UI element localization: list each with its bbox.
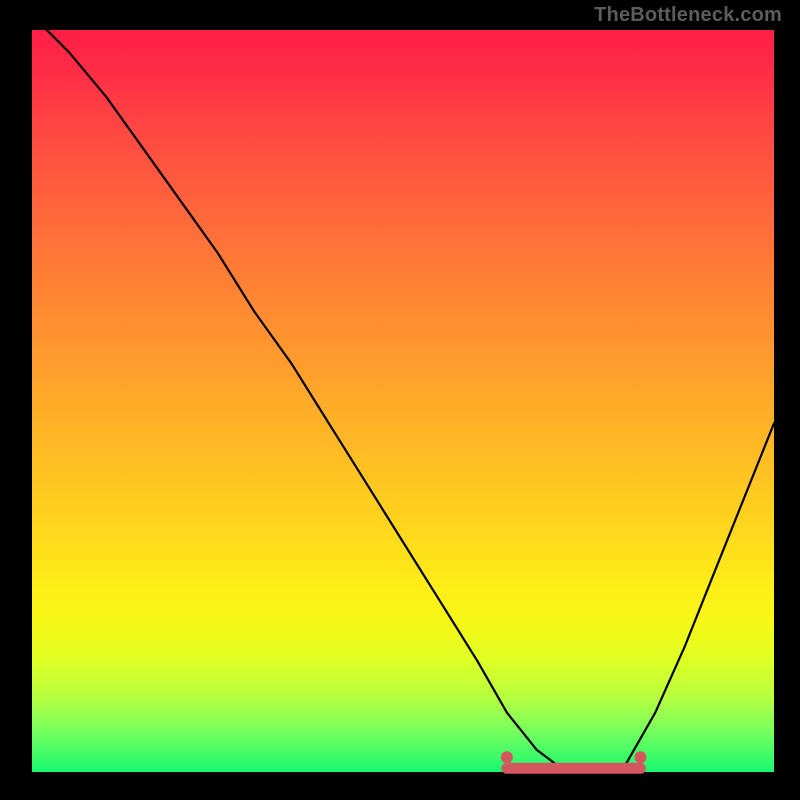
- chart-stage: TheBottleneck.com: [0, 0, 800, 800]
- plot-svg: [32, 30, 774, 772]
- highlight-dot-right: [634, 751, 646, 763]
- plot-area: [32, 30, 774, 772]
- watermark-text: TheBottleneck.com: [594, 4, 782, 27]
- bottleneck-curve: [47, 30, 774, 772]
- highlight-dot-left: [501, 751, 513, 763]
